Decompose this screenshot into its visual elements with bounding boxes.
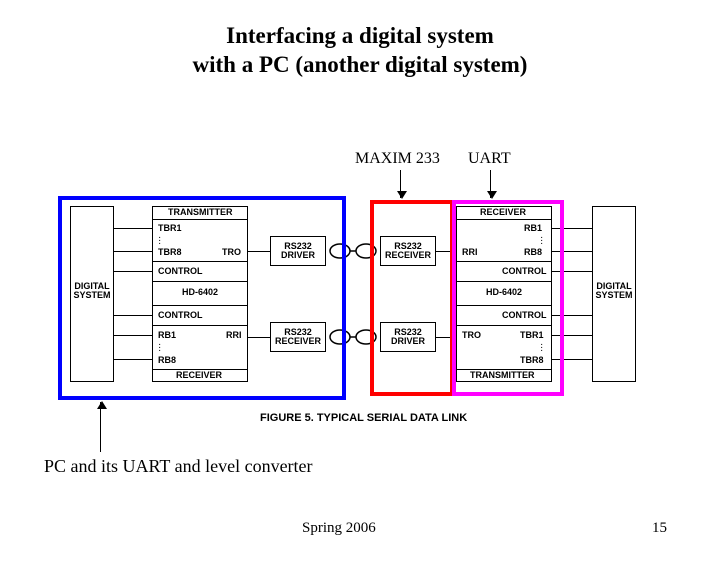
diagram-canvas: MAXIM 233 UART DIGITALSYSTEM TRANSMITTER… (0, 22, 720, 562)
maxim-label: MAXIM 233 (355, 150, 440, 168)
pc-highlight-box (58, 196, 346, 400)
pc-arrow (100, 402, 101, 452)
figure-caption: FIGURE 5. TYPICAL SERIAL DATA LINK (260, 412, 467, 424)
uart-arrow (490, 170, 491, 198)
footer-term: Spring 2006 (302, 520, 376, 537)
slide-number: 15 (652, 520, 667, 537)
uart-label: UART (468, 150, 511, 168)
uart-highlight-box (452, 200, 564, 396)
maxim-highlight-box (370, 200, 454, 396)
pc-note: PC and its UART and level converter (44, 456, 313, 477)
maxim-arrow (400, 170, 401, 198)
right-digital-system-label: DIGITALSYSTEM (594, 282, 634, 300)
